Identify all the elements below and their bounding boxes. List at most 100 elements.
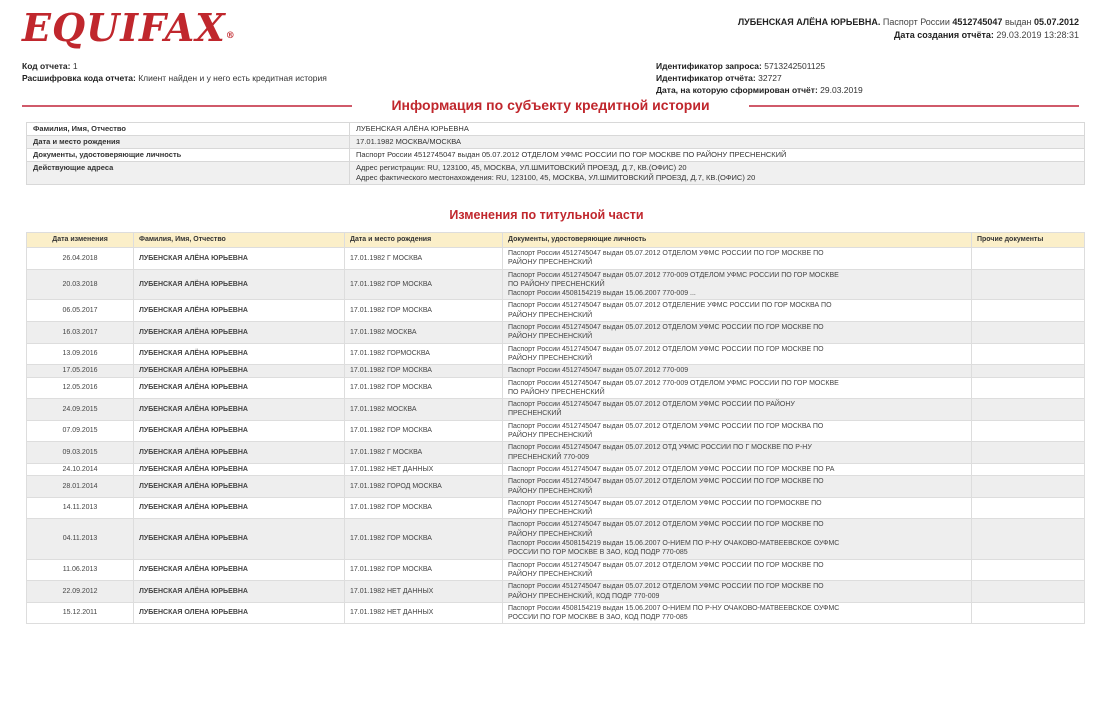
cell-other-docs [971, 342, 1085, 366]
doc-line: РАЙОНУ ПРЕСНЕНСКИЙ [508, 259, 593, 267]
report-code-decoding-value: Клиент найден и у него есть кредитная ис… [138, 73, 327, 83]
col-header-birth: Дата и место рождения [344, 232, 503, 248]
cell-other-docs [971, 268, 1085, 301]
cell-docs: Паспорт России 4512745047 выдан 05.07.20… [502, 321, 972, 344]
cell-name: ЛУБЕНСКАЯ АЛЁНА ЮРЬЕВНА [133, 247, 345, 270]
cell-name: ЛУБЕНСКАЯ АЛЁНА ЮРЬЕВНА [133, 518, 345, 560]
table-header-row: Дата изменения Фамилия, Имя, Отчество Да… [26, 232, 1085, 248]
table-row: 07.09.2015 ЛУБЕНСКАЯ АЛЁНА ЮРЬЕВНА 17.01.1… [26, 419, 1085, 443]
table-row: 24.09.2015 ЛУБЕНСКАЯ АЛЁНА ЮРЬЕВНА 17.01.1… [26, 398, 1085, 421]
cell-name: ЛУБЕНСКАЯ АЛЁНА ЮРЬЕВНА [133, 376, 345, 400]
cell-birth: 17.01.1982 ГОР МОСКВА [344, 419, 503, 443]
report-code-label: Код отчета: [22, 61, 71, 71]
cell-name: ЛУБЕНСКАЯ АЛЁНА ЮРЬЕВНА [133, 398, 345, 421]
doc-line: Паспорт России 4508154219 выдан 15.06.20… [508, 290, 696, 298]
cell-name: ЛУБЕНСКАЯ АЛЁНА ЮРЬЕВНА [133, 419, 345, 443]
cell-birth: 17.01.1982 НЕТ ДАННЫХ [344, 601, 503, 625]
cell-other-docs [971, 580, 1085, 603]
issued-label: выдан [1004, 17, 1032, 27]
doc-line: Паспорт России 4512745047 выдан 05.07.20… [508, 324, 824, 332]
cell-name: ЛУБЕНСКАЯ АЛЁНА ЮРЬЕВНА [133, 475, 345, 498]
doc-line: Паспорт России 4512745047 выдан 05.07.20… [508, 499, 822, 507]
cell-name: ЛУБЕНСКАЯ АЛЁНА ЮРЬЕВНА [133, 580, 345, 603]
doc-line: Паспорт России 4512745047 выдан 05.07.20… [508, 583, 824, 591]
doc-line: РАЙОНУ ПРЕСНЕНСКИЙ, КОД ПОДР 770-009 [508, 592, 660, 600]
cell-other-docs [971, 299, 1085, 323]
cell-date: 24.09.2015 [26, 398, 134, 421]
table-row: 15.12.2011 ЛУБЕНСКАЯ ОЛЕНА ЮРЬЕВНА 17.01.1… [26, 601, 1085, 625]
doc-line: РАЙОНУ ПРЕСНЕНСКИЙ [508, 509, 593, 517]
cell-name: ЛУБЕНСКАЯ АЛЁНА ЮРЬЕВНА [133, 299, 345, 323]
created-label: Дата создания отчёта: [893, 30, 994, 40]
doc-line: Паспорт России 4512745047 выдан 05.07.20… [508, 367, 689, 375]
formed-date-label: Дата, на которую сформирован отчёт: [656, 85, 818, 95]
doc-line: Паспорт России 4512745047 выдан 05.07.20… [508, 345, 824, 353]
cell-birth: 17.01.1982 Г МОСКВА [344, 441, 503, 464]
cell-docs: Паспорт России 4512745047 выдан 05.07.20… [502, 247, 972, 270]
doc-line: Паспорт России 4512745047 выдан 05.07.20… [508, 422, 824, 430]
doc-line: Паспорт России 4508154219 выдан 15.06.20… [508, 604, 840, 612]
cell-other-docs [971, 376, 1085, 400]
cell-other-docs [971, 518, 1085, 560]
changes-title: Изменения по титульной части [449, 208, 644, 222]
cell-docs: Паспорт России 4512745047 выдан 05.07.20… [502, 475, 972, 498]
col-header-date: Дата изменения [26, 232, 134, 248]
cell-date: 22.09.2012 [26, 580, 134, 603]
col-header-docs: Документы, удостоверяющие личность [502, 232, 972, 248]
cell-docs: Паспорт России 4512745047 выдан 05.07.20… [502, 364, 972, 378]
cell-birth: 17.01.1982 МОСКВА [344, 321, 503, 344]
doc-line: Паспорт России 4512745047 выдан 05.07.20… [508, 302, 832, 310]
row-value: Паспорт России 4512745047 выдан 05.07.20… [349, 148, 1085, 162]
cell-docs: Паспорт России 4512745047 выдан 05.07.20… [502, 398, 972, 421]
cell-docs: Паспорт России 4508154219 выдан 15.06.20… [502, 601, 972, 625]
cell-name: ЛУБЕНСКАЯ АЛЁНА ЮРЬЕВНА [133, 268, 345, 301]
cell-birth: 17.01.1982 МОСКВА [344, 398, 503, 421]
cell-other-docs [971, 364, 1085, 378]
cell-docs: Паспорт России 4512745047 выдан 05.07.20… [502, 496, 972, 520]
subject-section-title: Информация по субъекту кредитной истории [22, 97, 1079, 115]
table-row: 12.05.2016 ЛУБЕНСКАЯ АЛЁНА ЮРЬЕВНА 17.01.1… [26, 376, 1085, 400]
table-row: Документы, удостоверяющие личность Паспо… [26, 148, 1085, 162]
address-actual: Адрес фактического местонахождения: RU, … [356, 173, 756, 182]
cell-date: 13.09.2016 [26, 342, 134, 366]
row-key: Дата и место рождения [26, 135, 350, 149]
table-row: 20.03.2018 ЛУБЕНСКАЯ АЛЁНА ЮРЬЕВНА 17.01.1… [26, 268, 1085, 301]
table-row: 06.05.2017 ЛУБЕНСКАЯ АЛЁНА ЮРЬЕВНА 17.01.1… [26, 299, 1085, 323]
cell-name: ЛУБЕНСКАЯ АЛЁНА ЮРЬЕВНА [133, 441, 345, 464]
doc-line: РОССИИ ПО ГОР МОСКВЕ В ЗАО, КОД ПОДР 770… [508, 614, 688, 622]
cell-date: 12.05.2016 [26, 376, 134, 400]
cell-name: ЛУБЕНСКАЯ АЛЁНА ЮРЬЕВНА [133, 558, 345, 582]
table-row: Дата и место рождения 17.01.1982 МОСКВА/… [26, 135, 1085, 149]
table-row: 16.03.2017 ЛУБЕНСКАЯ АЛЁНА ЮРЬЕВНА 17.01.1… [26, 321, 1085, 344]
cell-date: 26.04.2018 [26, 247, 134, 270]
cell-date: 04.11.2013 [26, 518, 134, 560]
table-row: 22.09.2012 ЛУБЕНСКАЯ АЛЁНА ЮРЬЕВНА 17.01.1… [26, 580, 1085, 603]
cell-date: 14.11.2013 [26, 496, 134, 520]
doc-line: РАЙОНУ ПРЕСНЕНСКИЙ [508, 530, 593, 538]
cell-other-docs [971, 462, 1085, 477]
doc-line: Паспорт России 4512745047 выдан 05.07.20… [508, 271, 839, 279]
report-id-value: 32727 [758, 73, 782, 83]
cell-other-docs [971, 247, 1085, 270]
cell-other-docs [971, 558, 1085, 582]
cell-docs: Паспорт России 4512745047 выдан 05.07.20… [502, 558, 972, 582]
cell-other-docs [971, 441, 1085, 464]
issued-date: 05.07.2012 [1033, 17, 1079, 27]
doc-line: РАЙОНУ ПРЕСНЕНСКИЙ [508, 333, 593, 341]
report-ids-block: Идентификатор запроса: 5713242501125 Иде… [656, 60, 863, 96]
row-key: Фамилия, Имя, Отчество [26, 122, 350, 136]
cell-birth: 17.01.1982 ГОР МОСКВА [344, 558, 503, 582]
cell-other-docs [971, 398, 1085, 421]
table-row: 24.10.2014 ЛУБЕНСКАЯ АЛЁНА ЮРЬЕВНА 17.01.1… [26, 462, 1085, 477]
request-id-value: 5713242501125 [764, 61, 826, 71]
cell-birth: 17.01.1982 НЕТ ДАННЫХ [344, 580, 503, 603]
table-row: 04.11.2013 ЛУБЕНСКАЯ АЛЁНА ЮРЬЕВНА 17.01.1… [26, 518, 1085, 560]
cell-name: ЛУБЕНСКАЯ АЛЁНА ЮРЬЕВНА [133, 364, 345, 378]
doc-line: ПРЕСНЕНСКИЙ 770-009 [508, 453, 590, 461]
table-row: 14.11.2013 ЛУБЕНСКАЯ АЛЁНА ЮРЬЕВНА 17.01.1… [26, 496, 1085, 520]
passport-label: Паспорт России [882, 17, 950, 27]
cell-birth: 17.01.1982 ГОР МОСКВА [344, 299, 503, 323]
cell-name: ЛУБЕНСКАЯ АЛЁНА ЮРЬЕВНА [133, 496, 345, 520]
doc-line: Паспорт России 4512745047 выдан 05.07.20… [508, 521, 824, 529]
cell-other-docs [971, 419, 1085, 443]
